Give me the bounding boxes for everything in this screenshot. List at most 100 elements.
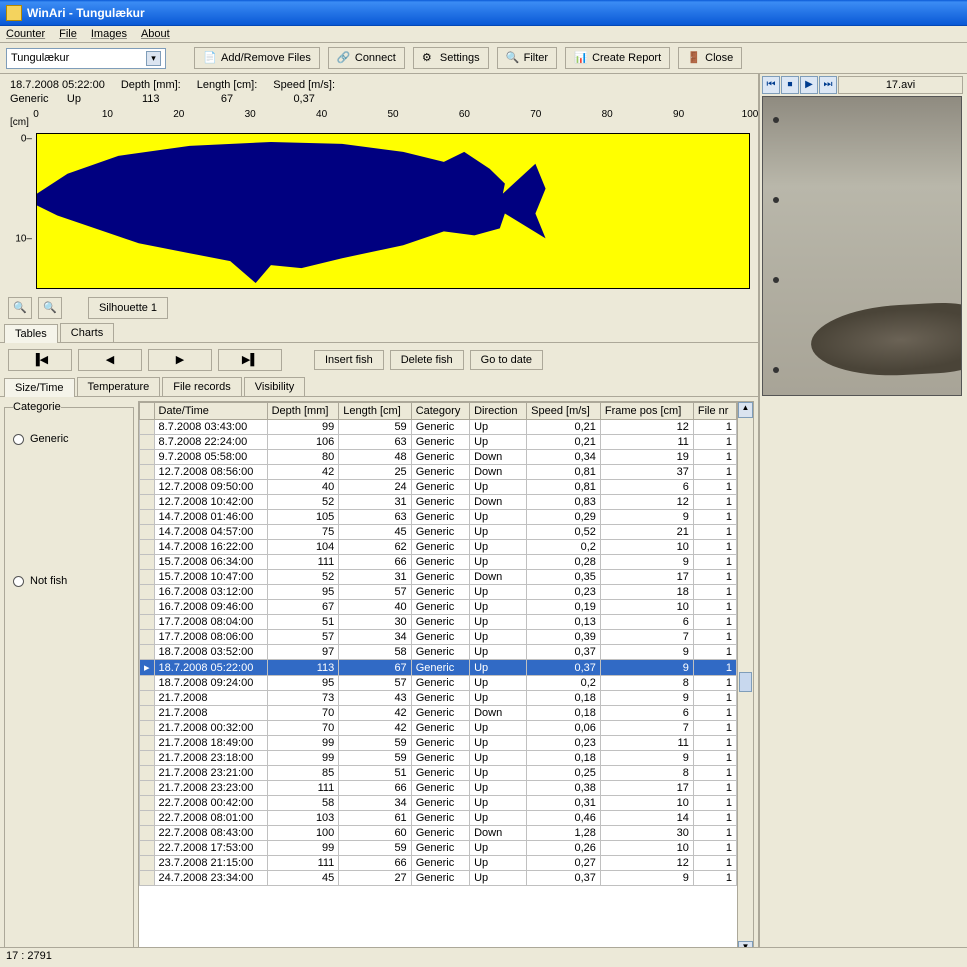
- table-row[interactable]: 21.7.20087042GenericDown0,1861: [140, 706, 737, 721]
- col-filenr[interactable]: File nr: [693, 403, 736, 420]
- door-icon: 🚪: [687, 51, 701, 65]
- info-speed: 0,37: [293, 93, 314, 105]
- table-row[interactable]: 21.7.2008 00:32:007042GenericUp0,0671: [140, 721, 737, 736]
- combo-value: Tungulækur: [11, 52, 69, 64]
- col-framepos[interactable]: Frame pos [cm]: [600, 403, 693, 420]
- table-row[interactable]: 15.7.2008 10:47:005231GenericDown0,35171: [140, 570, 737, 585]
- col-category[interactable]: Category: [411, 403, 469, 420]
- table-row[interactable]: 22.7.2008 00:42:005834GenericUp0,31101: [140, 796, 737, 811]
- col-direction[interactable]: Direction: [470, 403, 527, 420]
- create-report-button[interactable]: 📊Create Report: [565, 47, 670, 69]
- scroll-thumb[interactable]: [739, 672, 752, 692]
- last-button[interactable]: ▶▌: [218, 349, 282, 371]
- tab-sizetime[interactable]: Size/Time: [4, 378, 75, 397]
- radio-notfish[interactable]: [13, 576, 24, 587]
- table-row[interactable]: 21.7.2008 18:49:009959GenericUp0,23111: [140, 736, 737, 751]
- video-frame: [762, 96, 962, 396]
- table-row[interactable]: 22.7.2008 08:43:0010060GenericDown1,2830…: [140, 826, 737, 841]
- first-button[interactable]: ▐◀: [8, 349, 72, 371]
- plot-area: [36, 133, 750, 289]
- close-button[interactable]: 🚪Close: [678, 47, 742, 69]
- col-speed[interactable]: Speed [m/s]: [527, 403, 601, 420]
- ruler-x: 0102030405060708090100: [36, 109, 750, 133]
- table-row[interactable]: 21.7.20087343GenericUp0,1891: [140, 691, 737, 706]
- settings-button[interactable]: ⚙Settings: [413, 47, 489, 69]
- add-remove-files-button[interactable]: 📄Add/Remove Files: [194, 47, 320, 69]
- table-row[interactable]: 14.7.2008 04:57:007545GenericUp0,52211: [140, 525, 737, 540]
- connect-button[interactable]: 🔗Connect: [328, 47, 405, 69]
- river-combo[interactable]: Tungulækur ▾: [6, 48, 166, 69]
- video-rewind-button[interactable]: ⏮: [762, 76, 780, 94]
- table-row[interactable]: 18.7.2008 03:52:009758GenericUp0,3791: [140, 645, 737, 660]
- tab-tables[interactable]: Tables: [4, 324, 58, 343]
- table-row[interactable]: ▸18.7.2008 05:22:0011367GenericUp0,3791: [140, 660, 737, 676]
- status-bar: 17 : 2791: [0, 947, 967, 967]
- table-row[interactable]: 21.7.2008 23:21:008551GenericUp0,2581: [140, 766, 737, 781]
- zoom-bar: 🔍 🔍 Silhouette 1: [0, 293, 758, 323]
- prev-button[interactable]: ◀: [78, 349, 142, 371]
- next-button[interactable]: ▶: [148, 349, 212, 371]
- info-direction: Up: [67, 93, 81, 105]
- ruler-y: 0–10–: [8, 133, 36, 289]
- radio-generic[interactable]: [13, 434, 24, 445]
- table-row[interactable]: 12.7.2008 09:50:004024GenericUp0,8161: [140, 480, 737, 495]
- window-title: WinAri - Tungulækur: [27, 6, 145, 20]
- status-text: 17 : 2791: [6, 950, 52, 962]
- radio-notfish-label: Not fish: [30, 575, 67, 587]
- table-row[interactable]: 18.7.2008 09:24:009557GenericUp0,281: [140, 676, 737, 691]
- silhouette-button[interactable]: Silhouette 1: [88, 297, 168, 319]
- table-row[interactable]: 16.7.2008 09:46:006740GenericUp0,19101: [140, 600, 737, 615]
- table-row[interactable]: 12.7.2008 10:42:005231GenericDown0,83121: [140, 495, 737, 510]
- table-row[interactable]: 17.7.2008 08:04:005130GenericUp0,1361: [140, 615, 737, 630]
- app-icon: [6, 5, 22, 21]
- col-datetime[interactable]: Date/Time: [154, 403, 267, 420]
- toolbar: Tungulækur ▾ 📄Add/Remove Files 🔗Connect …: [0, 43, 967, 74]
- speed-label: Speed [m/s]:: [273, 79, 335, 91]
- table-row[interactable]: 21.7.2008 23:18:009959GenericUp0,1891: [140, 751, 737, 766]
- table-row[interactable]: 12.7.2008 08:56:004225GenericDown0,81371: [140, 465, 737, 480]
- tab-charts[interactable]: Charts: [60, 323, 114, 342]
- table-row[interactable]: 15.7.2008 06:34:0011166GenericUp0,2891: [140, 555, 737, 570]
- table-row[interactable]: 14.7.2008 01:46:0010563GenericUp0,2991: [140, 510, 737, 525]
- tab-temperature[interactable]: Temperature: [77, 377, 161, 396]
- info-category: Generic: [10, 93, 49, 105]
- category-panel: Categorie Generic Not fish: [4, 401, 134, 958]
- delete-fish-button[interactable]: Delete fish: [390, 350, 464, 370]
- table-row[interactable]: 8.7.2008 22:24:0010663GenericUp0,21111: [140, 435, 737, 450]
- video-stop-button[interactable]: ⏹: [781, 76, 799, 94]
- menu-counter[interactable]: Counter: [6, 28, 45, 40]
- insert-fish-button[interactable]: Insert fish: [314, 350, 384, 370]
- axis-unit: [cm]: [10, 117, 29, 128]
- menu-file[interactable]: File: [59, 28, 77, 40]
- table-row[interactable]: 16.7.2008 03:12:009557GenericUp0,23181: [140, 585, 737, 600]
- table-row[interactable]: 8.7.2008 03:43:009959GenericUp0,21121: [140, 420, 737, 435]
- zoom-out-button[interactable]: 🔍: [38, 297, 62, 319]
- table-row[interactable]: 24.7.2008 23:34:004527GenericUp0,3791: [140, 871, 737, 886]
- col-depth[interactable]: Depth [mm]: [267, 403, 339, 420]
- table-row[interactable]: 17.7.2008 08:06:005734GenericUp0,3971: [140, 630, 737, 645]
- table-row[interactable]: 21.7.2008 23:23:0011166GenericUp0,38171: [140, 781, 737, 796]
- menu-images[interactable]: Images: [91, 28, 127, 40]
- scroll-up-icon[interactable]: ▲: [738, 402, 753, 418]
- table-row[interactable]: 9.7.2008 05:58:008048GenericDown0,34191: [140, 450, 737, 465]
- zoom-in-button[interactable]: 🔍: [8, 297, 32, 319]
- length-label: Length [cm]:: [197, 79, 258, 91]
- filter-button[interactable]: 🔍Filter: [497, 47, 557, 69]
- report-icon: 📊: [574, 51, 588, 65]
- tab-visibility[interactable]: Visibility: [244, 377, 306, 396]
- video-forward-button[interactable]: ⏭: [819, 76, 837, 94]
- video-play-button[interactable]: ▶: [800, 76, 818, 94]
- tab-filerecords[interactable]: File records: [162, 377, 241, 396]
- col-length[interactable]: Length [cm]: [339, 403, 411, 420]
- menu-about[interactable]: About: [141, 28, 170, 40]
- data-table[interactable]: Date/Time Depth [mm] Length [cm] Categor…: [139, 402, 737, 886]
- table-row[interactable]: 22.7.2008 17:53:009959GenericUp0,26101: [140, 841, 737, 856]
- goto-date-button[interactable]: Go to date: [470, 350, 543, 370]
- table-row[interactable]: 23.7.2008 21:15:0011166GenericUp0,27121: [140, 856, 737, 871]
- table-row[interactable]: 22.7.2008 08:01:0010361GenericUp0,46141: [140, 811, 737, 826]
- grid-scrollbar[interactable]: ▲ ▼: [737, 402, 753, 957]
- table-row[interactable]: 14.7.2008 16:22:0010462GenericUp0,2101: [140, 540, 737, 555]
- silhouette-chart: [cm] 0102030405060708090100 0–10–: [8, 109, 750, 289]
- chevron-down-icon: ▾: [146, 51, 161, 66]
- video-filename: 17.avi: [838, 76, 963, 94]
